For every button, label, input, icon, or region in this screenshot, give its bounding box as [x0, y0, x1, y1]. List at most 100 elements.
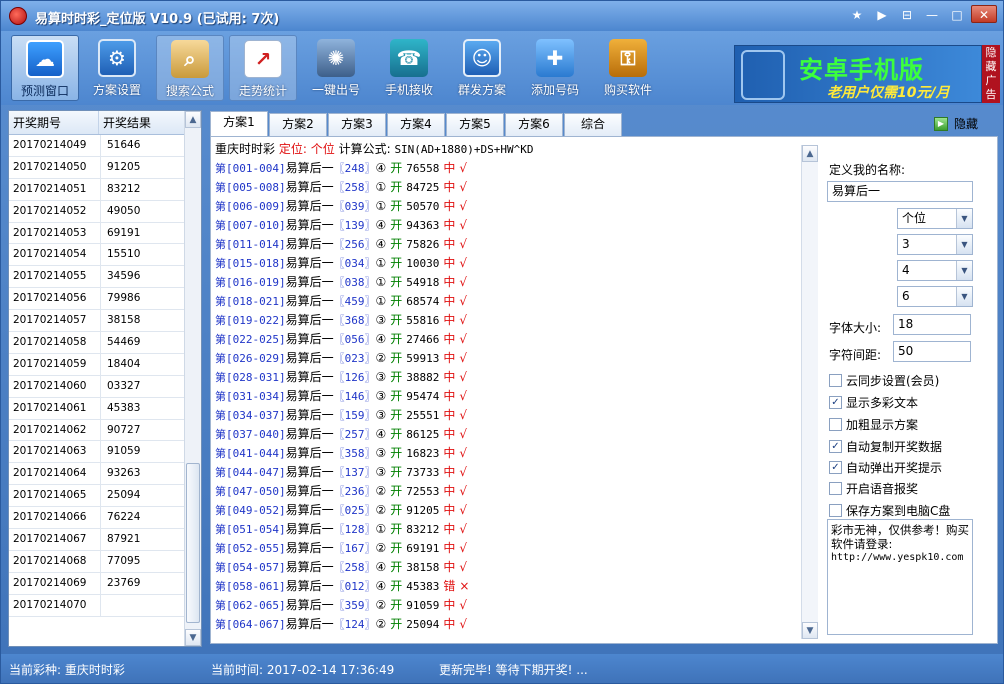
play-icon[interactable]: ▶: [871, 5, 893, 23]
checkbox[interactable]: [829, 482, 842, 495]
auto-copy-checkbox[interactable]: ✓ 自动复制开奖数据: [829, 438, 942, 455]
plan-line-result: 68574: [406, 295, 440, 308]
draw-list-scrollbar[interactable]: ▲ ▼: [184, 111, 201, 646]
plan-line-result: 25551: [406, 409, 440, 422]
title-bar[interactable]: 易算时时彩_定位版 V10.9 (已试用: 7次) ★ ▶ ⊟ — □ ✕: [1, 1, 1003, 31]
table-row[interactable]: 20170214069 23769: [9, 572, 185, 595]
table-row[interactable]: 20170214055 34596: [9, 266, 185, 289]
table-row[interactable]: 20170214053 69191: [9, 222, 185, 245]
scroll-up-icon[interactable]: ▲: [185, 111, 201, 128]
char-spacing-input[interactable]: 50: [893, 341, 971, 362]
toolbar-buy-software-button[interactable]: ⚿ 购买软件: [594, 35, 662, 101]
plan-line-open: 开: [390, 598, 403, 612]
tab-plan-4[interactable]: 方案4: [387, 113, 445, 136]
select-value: 3: [902, 237, 910, 251]
table-row[interactable]: 20170214052 49050: [9, 200, 185, 223]
auto-popup-checkbox[interactable]: ✓ 自动弹出开奖提示: [829, 459, 942, 476]
table-row[interactable]: 20170214065 25094: [9, 485, 185, 508]
plan-line: 第[007-010]易算后一〖139〗④ 开 94363 中 √: [212, 216, 820, 235]
scrollbar-thumb[interactable]: [186, 463, 200, 623]
close-button[interactable]: ✕: [971, 5, 997, 23]
table-row[interactable]: 20170214063 91059: [9, 441, 185, 464]
table-row[interactable]: 20170214061 45383: [9, 397, 185, 420]
period-cell: 20170214049: [9, 135, 101, 156]
tab-summary[interactable]: 综合: [564, 113, 622, 136]
toolbar-plan-settings-button[interactable]: ⚙ 方案设置: [83, 35, 151, 101]
checkbox[interactable]: ✓: [829, 396, 842, 409]
plan-line-mark: √: [459, 541, 468, 555]
param-select-2[interactable]: 4 ▼: [897, 260, 973, 281]
plan-line-code: 〖368〗: [333, 314, 376, 327]
table-row[interactable]: 20170214051 83212: [9, 178, 185, 201]
checkbox[interactable]: ✓: [829, 440, 842, 453]
ad-banner[interactable]: 安卓手机版 老用户仅需10元/月: [734, 45, 982, 103]
cloud-sync-checkbox[interactable]: 云同步设置(会员): [829, 372, 939, 389]
toolbar-trend-stats-button[interactable]: ↗ 走势统计: [229, 35, 297, 101]
param-select-1[interactable]: 3 ▼: [897, 234, 973, 255]
colorful-text-checkbox[interactable]: ✓ 显示多彩文本: [829, 394, 918, 411]
plan-line-code: 〖159〗: [333, 409, 376, 422]
table-row[interactable]: 20170214068 77095: [9, 550, 185, 573]
minimize-button[interactable]: —: [921, 5, 943, 23]
save-to-c-checkbox[interactable]: 保存方案到电脑C盘: [829, 502, 950, 519]
table-row[interactable]: 20170214067 87921: [9, 529, 185, 551]
bold-plan-checkbox[interactable]: 加粗显示方案: [829, 416, 918, 433]
position-select[interactable]: 个位 ▼: [897, 208, 973, 229]
maximize-button[interactable]: □: [946, 5, 968, 23]
toolbar-one-click-button[interactable]: ✺ 一键出号: [302, 35, 370, 101]
period-cell: 20170214052: [9, 200, 101, 222]
plan-scrollbar[interactable]: ▲ ▼: [801, 145, 818, 639]
scroll-up-icon[interactable]: ▲: [802, 145, 818, 162]
period-cell: 20170214054: [9, 244, 101, 266]
column-header-period[interactable]: 开奖期号: [9, 111, 99, 134]
scroll-down-icon[interactable]: ▼: [185, 629, 201, 646]
toolbar-search-formula-button[interactable]: ⌕ 搜索公式: [156, 35, 224, 101]
voice-report-checkbox[interactable]: 开启语音报奖: [829, 480, 918, 497]
table-row[interactable]: 20170214070: [9, 594, 185, 617]
toolbar-group-send-button[interactable]: ☺ 群发方案: [448, 35, 516, 101]
plan-line-name: 易算后一: [285, 294, 334, 308]
favorite-icon[interactable]: ★: [846, 5, 868, 23]
checkbox[interactable]: ✓: [829, 461, 842, 474]
plan-line-mark: √: [459, 218, 468, 232]
plan-line-open: 开: [390, 427, 403, 441]
plan-line-range: 第[018-021]: [215, 295, 286, 308]
plan-output-text[interactable]: 重庆时时彩 定位: 个位 计算公式: SIN(AD+1880)+DS+HW^KD…: [212, 140, 820, 642]
checkbox[interactable]: [829, 418, 842, 431]
table-row[interactable]: 20170214058 54469: [9, 332, 185, 354]
plan-name-input[interactable]: 易算后一: [827, 181, 973, 202]
plan-line: 第[037-040]易算后一〖257〗④ 开 86125 中 √: [212, 425, 820, 444]
param-select-3[interactable]: 6 ▼: [897, 286, 973, 307]
table-row[interactable]: 20170214066 76224: [9, 507, 185, 530]
toolbar-predict-window-button[interactable]: ☁ 预测窗口: [11, 35, 79, 101]
tab-plan-1[interactable]: 方案1: [210, 111, 268, 137]
table-row[interactable]: 20170214057 38158: [9, 310, 185, 333]
table-row[interactable]: 20170214056 79986: [9, 288, 185, 311]
notice-url[interactable]: http://www.yespk10.com: [831, 551, 969, 565]
hide-button[interactable]: ▶ 隐藏: [933, 115, 978, 132]
tab-plan-6[interactable]: 方案6: [505, 113, 563, 136]
plan-line-result: 76558: [406, 162, 440, 175]
table-row[interactable]: 20170214064 93263: [9, 463, 185, 486]
table-row[interactable]: 20170214059 18404: [9, 353, 185, 376]
toolbar-phone-receive-button[interactable]: ☎ 手机接收: [375, 35, 443, 101]
plan-line-range: 第[037-040]: [215, 428, 286, 441]
table-row[interactable]: 20170214050 91205: [9, 156, 185, 179]
table-row[interactable]: 20170214049 51646: [9, 135, 185, 157]
menu-icon[interactable]: ⊟: [896, 5, 918, 23]
scroll-down-icon[interactable]: ▼: [802, 622, 818, 639]
table-row[interactable]: 20170214062 90727: [9, 419, 185, 442]
toolbar-add-number-button[interactable]: ✚ 添加号码: [521, 35, 589, 101]
notice-box[interactable]: 彩市无神，仅供参考！购买软件请登录: http://www.yespk10.co…: [827, 519, 973, 635]
tab-plan-5[interactable]: 方案5: [446, 113, 504, 136]
result-cell: 91059: [107, 445, 141, 458]
table-row[interactable]: 20170214054 15510: [9, 244, 185, 267]
tab-plan-3[interactable]: 方案3: [328, 113, 386, 136]
font-size-input[interactable]: 18: [893, 314, 971, 335]
column-header-result[interactable]: 开奖结果: [99, 111, 189, 134]
table-row[interactable]: 20170214060 03327: [9, 375, 185, 398]
checkbox[interactable]: [829, 374, 842, 387]
tab-plan-2[interactable]: 方案2: [269, 113, 327, 136]
checkbox[interactable]: [829, 504, 842, 517]
hide-ad-button[interactable]: 隐藏广告: [982, 45, 1000, 103]
